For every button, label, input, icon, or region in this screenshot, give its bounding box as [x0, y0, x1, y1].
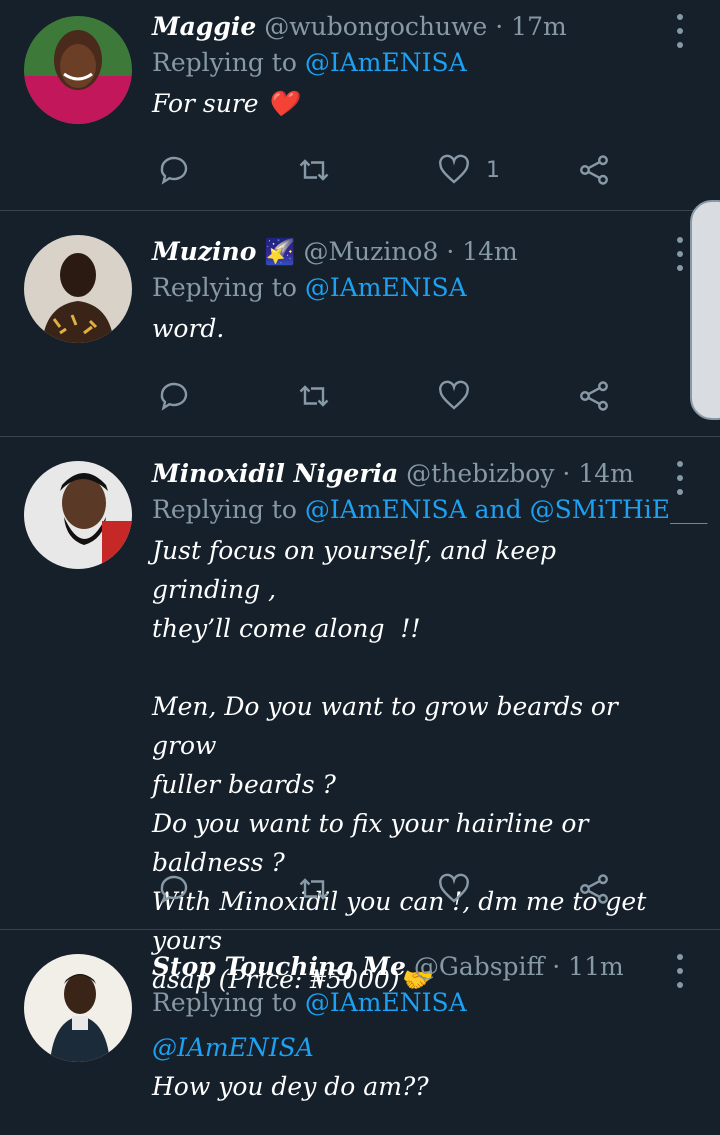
reply-mention-2[interactable]: @SMiTHiE___ [530, 495, 708, 524]
separator-dot: · [552, 952, 561, 981]
tweet-actions [152, 376, 622, 416]
more-options-icon[interactable] [670, 954, 690, 988]
replying-to: Replying to @IAmENISA [152, 986, 660, 1020]
avatar[interactable] [24, 16, 132, 124]
replying-label: Replying to [152, 495, 297, 524]
author-name[interactable]: Maggie [152, 12, 256, 41]
scrollbar-handle[interactable] [690, 200, 720, 420]
avatar[interactable] [24, 954, 132, 1062]
retweet-icon [299, 385, 329, 407]
separator-dot: · [446, 237, 455, 266]
separator-dot: · [562, 459, 571, 488]
reply-mention[interactable]: @IAmENISA [305, 48, 467, 77]
retweet-button[interactable] [296, 869, 332, 909]
reply-icon [160, 382, 188, 411]
avatar[interactable] [24, 461, 132, 569]
divider [0, 436, 720, 437]
reply-icon [160, 875, 188, 904]
replying-label: Replying to [152, 988, 297, 1017]
reply-mention[interactable]: @IAmENISA [305, 495, 467, 524]
author-handle[interactable]: @thebizboy [406, 459, 554, 488]
retweet-button[interactable] [296, 150, 332, 190]
share-icon [580, 874, 608, 904]
author-handle[interactable]: @Muzino8 [303, 237, 438, 266]
author-name[interactable]: Muzino [152, 237, 256, 266]
timestamp[interactable]: 11m [568, 952, 624, 981]
timestamp[interactable]: 14m [462, 237, 518, 266]
author-handle[interactable]: @wubongochuwe [264, 12, 487, 41]
reply-button[interactable] [156, 150, 192, 190]
replying-label: Replying to [152, 48, 297, 77]
more-options-icon[interactable] [670, 14, 690, 48]
tweet-actions: 1 [152, 150, 622, 190]
like-button[interactable] [436, 376, 472, 416]
share-icon [580, 381, 608, 411]
reply-mention[interactable]: @IAmENISA [305, 273, 467, 302]
like-count: 1 [486, 157, 500, 183]
share-button[interactable] [576, 150, 612, 190]
reply-icon [160, 156, 188, 185]
retweet-icon [299, 878, 329, 900]
heart-icon [439, 154, 469, 184]
separator-dot: · [495, 12, 504, 41]
share-icon [580, 155, 608, 185]
heart-icon [439, 380, 469, 410]
reply-join: and [474, 495, 522, 524]
tweet-header: Stop Touching Me @Gabspiff · 11m [152, 952, 660, 982]
tweet-header: Minoxidil Nigeria @thebizboy · 14m [152, 459, 660, 489]
replying-to: Replying to @IAmENISA and @SMiTHiE___ [152, 493, 708, 527]
divider [0, 210, 720, 211]
tweet-text: For sure ❤️ [152, 89, 298, 118]
like-button[interactable] [436, 869, 472, 909]
reply-button[interactable] [156, 376, 192, 416]
more-options-icon[interactable] [670, 237, 690, 271]
reply-button[interactable] [156, 869, 192, 909]
timestamp[interactable]: 17m [511, 12, 567, 41]
avatar[interactable] [24, 235, 132, 343]
more-options-icon[interactable] [670, 461, 690, 495]
heart-icon [439, 873, 469, 903]
tweet-actions [152, 869, 622, 909]
tweet-header: Maggie @wubongochuwe · 17m [152, 12, 660, 42]
author-handle[interactable]: @Gabspiff [414, 952, 544, 981]
replying-to: Replying to @IAmENISA [152, 271, 660, 305]
name-emoji: 🌠 [264, 237, 296, 266]
tweet-text: word. [152, 314, 225, 343]
author-name[interactable]: Minoxidil Nigeria [152, 459, 398, 488]
retweet-icon [299, 159, 329, 181]
replying-to: Replying to @IAmENISA [152, 46, 660, 80]
body-mention[interactable]: @IAmENISA [152, 1028, 660, 1067]
author-name[interactable]: Stop Touching Me [152, 952, 406, 981]
timestamp[interactable]: 14m [578, 459, 634, 488]
replying-label: Replying to [152, 273, 297, 302]
retweet-button[interactable] [296, 376, 332, 416]
share-button[interactable] [576, 376, 612, 416]
share-button[interactable] [576, 869, 612, 909]
reply-mention[interactable]: @IAmENISA [305, 988, 467, 1017]
tweet-header: Muzino 🌠 @Muzino8 · 14m [152, 237, 660, 267]
tweet-text: How you dey do am?? [152, 1072, 429, 1101]
like-button[interactable]: 1 [436, 150, 500, 190]
divider [0, 929, 720, 930]
